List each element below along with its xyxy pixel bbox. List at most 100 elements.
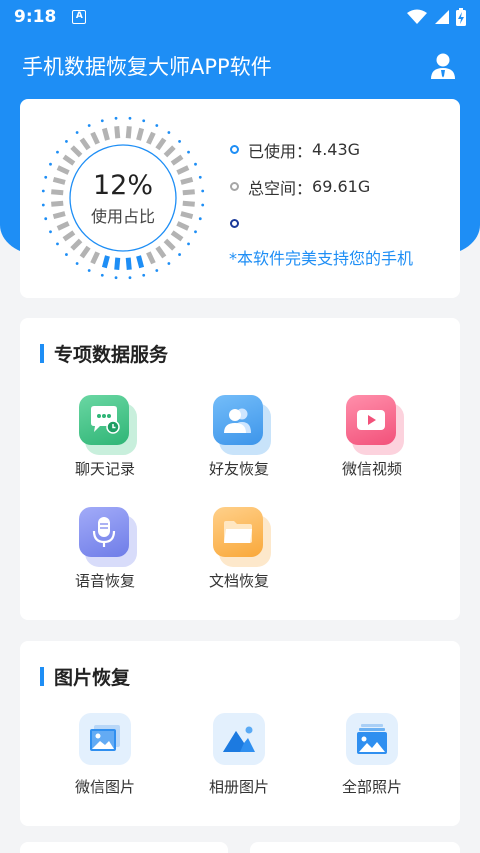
used-value: 4.43G (312, 140, 361, 159)
ring-outer-dot (155, 269, 159, 272)
bottom-card-left[interactable] (20, 842, 228, 853)
total-dot (230, 182, 239, 191)
photo-all-photos[interactable]: 全部照片 (322, 713, 422, 797)
ring-outer-dot (75, 131, 79, 134)
ring-outer-dot (114, 116, 118, 120)
status-bar: 9:18 A (0, 0, 480, 34)
bottom-card-right[interactable] (250, 842, 460, 853)
wifi-icon (407, 9, 427, 24)
service-chat-records[interactable]: 聊天记录 (55, 395, 155, 479)
service-label: 语音恢复 (74, 572, 135, 590)
status-time: 9:18 (14, 7, 57, 27)
total-label: 总空间： (248, 178, 313, 198)
status-icons (406, 8, 466, 26)
photo-album-images[interactable]: 相册图片 (189, 713, 289, 797)
ring-tick-free (56, 221, 70, 231)
ring-tick-free (51, 189, 64, 196)
services-title: 专项数据服务 (54, 344, 169, 366)
ring-tick-used (101, 255, 110, 269)
photo-recovery-card: 图片恢复 微信图片 相册图片 全部照片 (20, 641, 460, 826)
ring-outer-dot (49, 230, 52, 234)
ring-outer-dot (201, 189, 205, 193)
ring-tick-free (180, 176, 194, 185)
ring-outer-dot (142, 119, 146, 123)
ring-outer-dot (128, 116, 132, 120)
photo-label: 全部照片 (341, 778, 402, 796)
special-services-card: 专项数据服务 聊天记录 好友恢复 微信视频 语音恢复 文档恢复 (20, 318, 460, 620)
ring-tick-free (163, 238, 176, 251)
ring-tick-free (125, 126, 132, 139)
ring-tick-free (155, 245, 167, 259)
photo-label: 微信图片 (74, 778, 135, 796)
ring-outer-dot (56, 150, 59, 154)
ring-tick-free (90, 251, 100, 265)
ring-tick-free (182, 200, 195, 207)
usage-info: 已使用： 4.43G 总空间： 69.61G (230, 131, 370, 242)
battery-charging-icon (456, 8, 466, 26)
ring-outer-dot (56, 242, 59, 246)
ring-tick-free (180, 211, 194, 220)
ring-outer-dot (167, 262, 171, 265)
ring-tick-free (56, 165, 70, 175)
ring-outer-dot (167, 131, 171, 134)
ring-tick-free (155, 137, 167, 151)
promo-text: *本软件完美支持您的手机 (229, 249, 414, 268)
app-header: 手机数据恢复大师APP软件 (0, 34, 480, 98)
ring-tick-free (62, 230, 76, 242)
ring-tick-free (52, 211, 66, 220)
microphone-icon (79, 507, 129, 557)
ring-outer-dot (194, 230, 197, 234)
ring-outer-dot (178, 253, 181, 256)
usage-percent-text: 12% (93, 170, 153, 201)
ring-outer-dot (87, 124, 91, 127)
ring-tick-free (101, 127, 110, 141)
usage-caption: 使用占比 (91, 207, 155, 226)
storage-usage-card: 12% 使用占比 已使用： 4.43G 总空间： 69.61G *本软件完美支持… (20, 99, 460, 298)
ring-tick-free (136, 127, 145, 141)
mountain-icon (213, 713, 265, 765)
ring-tick-free (52, 176, 66, 185)
ring-outer-dot (44, 217, 48, 221)
ring-outer-dot (75, 262, 79, 265)
service-voice-recovery[interactable]: 语音恢复 (55, 507, 155, 591)
third-row (230, 205, 370, 242)
total-row: 总空间： 69.61G (230, 168, 370, 205)
ring-outer-dot (87, 269, 91, 272)
ring-outer-dot (65, 140, 68, 143)
services-section-title: 专项数据服务 (40, 340, 168, 367)
service-friend-recovery[interactable]: 好友恢复 (189, 395, 289, 479)
total-value: 69.61G (312, 177, 371, 196)
ring-outer-dot (44, 175, 48, 179)
service-document-recovery[interactable]: 文档恢复 (189, 507, 289, 591)
ring-outer-dot (41, 203, 45, 207)
service-label: 聊天记录 (74, 460, 135, 478)
service-label: 好友恢复 (208, 460, 269, 478)
ring-tick-free (70, 145, 83, 158)
ring-tick-free (176, 165, 190, 175)
photo-wechat-images[interactable]: 微信图片 (55, 713, 155, 797)
service-wechat-video[interactable]: 微信视频 (322, 395, 422, 479)
user-icon[interactable] (428, 51, 458, 81)
ring-tick-free (170, 154, 184, 166)
ring-tick-free (70, 238, 83, 251)
image-icon (79, 713, 131, 765)
app-title: 手机数据恢复大师APP软件 (22, 55, 272, 79)
service-label: 文档恢复 (208, 572, 269, 590)
ring-outer-dot (128, 276, 132, 280)
ring-outer-dot (100, 119, 104, 123)
ring-outer-dot (142, 273, 146, 277)
ring-outer-dot (194, 162, 197, 166)
ring-outer-dot (187, 150, 190, 154)
ring-outer-dot (198, 175, 202, 179)
ring-tick-used (125, 257, 132, 270)
usage-ring-chart: 12% 使用占比 (41, 116, 205, 280)
ring-tick-free (146, 131, 156, 145)
ring-tick-free (146, 251, 156, 265)
photos-title: 图片恢复 (54, 667, 131, 689)
folder-icon (213, 507, 263, 557)
contacts-icon (213, 395, 263, 445)
title-accent-bar (40, 344, 44, 363)
ring-outer-dot (114, 276, 118, 280)
third-dot (230, 219, 239, 228)
ring-outer-dot (198, 217, 202, 221)
